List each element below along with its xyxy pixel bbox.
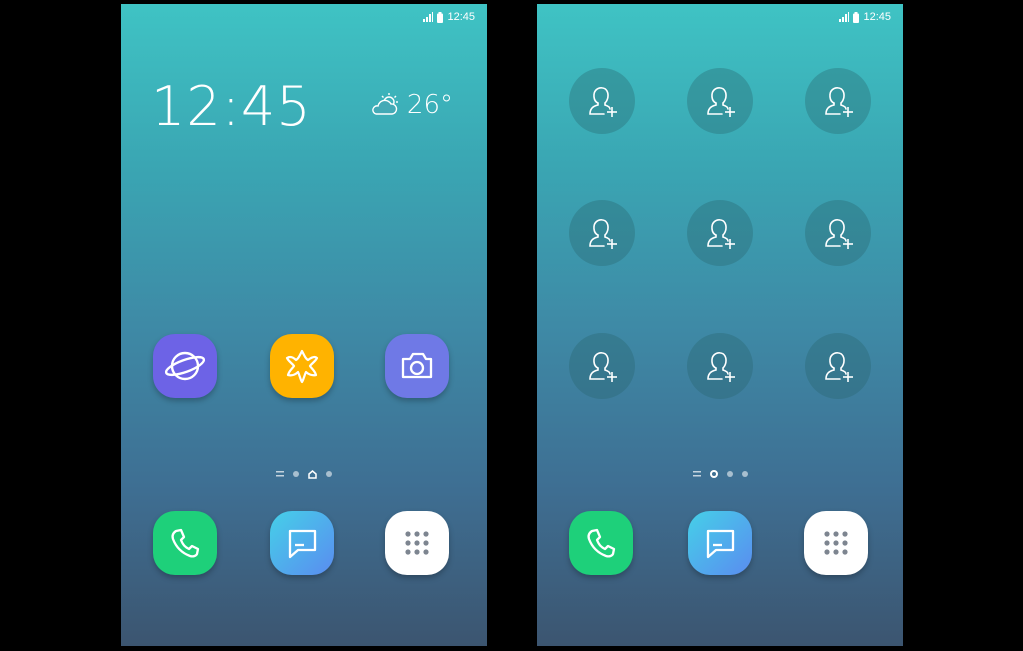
status-bar: 12:45 (423, 10, 475, 24)
phone-icon (171, 528, 200, 558)
apps-button[interactable] (385, 511, 449, 575)
add-person-icon (589, 219, 617, 249)
add-contact-button[interactable] (569, 200, 635, 266)
menu-page-icon (276, 471, 284, 477)
page-indicator[interactable] (537, 469, 903, 479)
messages-app[interactable] (270, 511, 334, 575)
home-screen: 12:45 12:45 26° (121, 4, 487, 646)
page-dot[interactable] (326, 471, 332, 477)
add-person-icon (707, 352, 735, 382)
page-dot[interactable] (726, 471, 733, 477)
add-contact-button[interactable] (687, 333, 753, 399)
add-person-icon (707, 87, 735, 117)
phone-app[interactable] (153, 511, 217, 575)
status-time: 12:45 (447, 11, 475, 23)
contacts-screen: 12:45 (537, 4, 903, 646)
flower-icon (285, 349, 319, 384)
add-person-icon (825, 87, 853, 117)
temperature: 26° (406, 90, 453, 120)
partly-cloudy-icon (372, 93, 398, 115)
add-person-icon (825, 219, 853, 249)
menu-page-icon (692, 471, 701, 477)
page-dot[interactable] (293, 471, 299, 477)
weather-widget[interactable]: 26° (369, 90, 453, 120)
home-page-icon[interactable] (308, 469, 317, 479)
add-contact-button[interactable] (805, 200, 871, 266)
add-contact-button[interactable] (687, 68, 753, 134)
add-contact-button[interactable] (805, 68, 871, 134)
battery-icon (853, 11, 860, 23)
grid-icon (824, 531, 848, 555)
message-icon (288, 529, 317, 559)
message-icon (706, 529, 735, 559)
clock-widget[interactable]: 12:45 (151, 80, 312, 134)
add-person-icon (825, 352, 853, 382)
add-contact-button[interactable] (569, 333, 635, 399)
gallery-app[interactable] (270, 334, 334, 398)
signal-icon (423, 12, 434, 22)
page-indicator[interactable] (121, 469, 487, 479)
camera-app[interactable] (385, 334, 449, 398)
page-dot-active[interactable] (709, 470, 718, 478)
add-person-icon (589, 352, 617, 382)
apps-button[interactable] (804, 511, 868, 575)
planet-icon (164, 351, 206, 381)
add-contact-button[interactable] (687, 200, 753, 266)
signal-icon (839, 12, 850, 22)
grid-icon (405, 531, 429, 555)
page-dot[interactable] (741, 471, 748, 477)
camera-icon (401, 352, 433, 379)
add-contact-button[interactable] (805, 333, 871, 399)
phone-icon (587, 528, 616, 558)
add-person-icon (589, 87, 617, 117)
add-contact-button[interactable] (569, 68, 635, 134)
status-time: 12:45 (863, 11, 891, 23)
add-person-icon (707, 219, 735, 249)
status-bar: 12:45 (839, 10, 891, 24)
messages-app[interactable] (688, 511, 752, 575)
phone-app[interactable] (569, 511, 633, 575)
internet-app[interactable] (153, 334, 217, 398)
battery-icon (437, 11, 444, 23)
